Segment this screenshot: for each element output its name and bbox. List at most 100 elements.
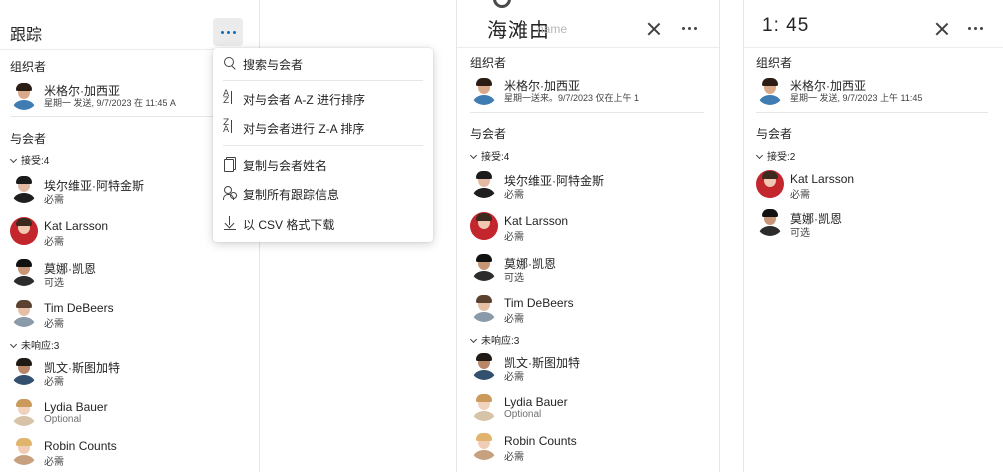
- attendee-status: 可选: [790, 228, 810, 239]
- search-icon: [223, 56, 237, 70]
- menu-item-copy-tracking[interactable]: 复制所有跟踪信息: [213, 179, 433, 207]
- organizer-detail: 星期一 发送, 9/7/2023 在 11:45 A: [44, 98, 176, 108]
- attendee-status: 可选: [504, 273, 524, 284]
- attendee-row[interactable]: 莫娜·凯恩 可选: [756, 208, 996, 244]
- close-button[interactable]: [931, 18, 953, 40]
- panel-title: 1: 45: [762, 15, 810, 36]
- accepted-group-toggle[interactable]: 接受:2: [755, 148, 795, 163]
- avatar: [10, 82, 38, 110]
- unanswered-group-toggle[interactable]: 未响应:3: [469, 332, 519, 347]
- attendee-status: 必需: [504, 190, 524, 201]
- attendee-status: 必需: [504, 372, 524, 383]
- attendee-row[interactable]: Kat Larsson 必需: [470, 212, 710, 248]
- attendee-row[interactable]: Kat Larsson 必需: [756, 170, 996, 206]
- panel-header: 1: 45: [744, 0, 1003, 48]
- avatar: [10, 357, 38, 385]
- more-options-button[interactable]: [960, 14, 990, 42]
- chevron-down-icon: [9, 340, 18, 349]
- more-options-button[interactable]: [213, 18, 243, 46]
- attendee-status: 必需: [790, 190, 810, 201]
- menu-item-copy-names[interactable]: 复制与会者姓名: [213, 150, 433, 178]
- organizer-row[interactable]: 米格尔·加西亚 星期一送来。9/7/2023 仅在上午 1: [470, 75, 710, 105]
- more-options-button[interactable]: [674, 14, 704, 42]
- attendee-row[interactable]: 莫娜·凯恩 可选: [10, 258, 250, 294]
- avatar: [470, 294, 498, 322]
- attendee-name: Lydia Bauer: [44, 400, 108, 414]
- attendee-name: Robin Counts: [44, 439, 117, 453]
- tracking-panel-3: 1: 45 组织者 米格尔·加西亚 星期一 发送, 9/7/2023 上午 11…: [743, 0, 1003, 472]
- attendee-name: Tim DeBeers: [504, 296, 574, 310]
- avatar: [470, 393, 498, 421]
- menu-item-sort-z-a[interactable]: ZA 对与会者进行 Z-A 排序: [213, 113, 433, 141]
- avatar: [10, 398, 38, 426]
- avatar: [470, 212, 498, 240]
- organizer-label: 组织者: [756, 56, 793, 70]
- attendee-row[interactable]: Robin Counts 必需: [10, 437, 250, 472]
- panel-title: 跟踪: [10, 27, 43, 44]
- organizer-detail: 星期一送来。9/7/2023 仅在上午 1: [504, 93, 640, 103]
- attendees-label: 与会者: [470, 127, 507, 141]
- decorative-arc: [493, 0, 511, 8]
- sort-za-icon: ZA: [223, 119, 237, 135]
- more-dot-icon: [967, 26, 971, 30]
- more-options-menu: 搜索与会者 AZ 对与会者 A-Z 进行排序 ZA 对与会者进行 Z-A 排序 …: [213, 48, 433, 242]
- tracking-panel-2: 海滩由 name 组织者 米格尔·加西亚 星期一送来。9/7/2023 仅在上午…: [456, 0, 720, 472]
- attendee-row[interactable]: Lydia Bauer Optional: [470, 393, 710, 429]
- organizer-label: 组织者: [470, 56, 507, 70]
- avatar: [470, 352, 498, 380]
- avatar: [756, 208, 784, 236]
- attendee-name: Robin Counts: [504, 434, 577, 448]
- attendee-row[interactable]: Robin Counts 必需: [470, 432, 710, 468]
- attendee-row[interactable]: 凯文·斯图加特 必需: [470, 352, 710, 388]
- menu-item-search-attendees[interactable]: 搜索与会者: [213, 49, 433, 77]
- panel-title-ghost: name: [537, 22, 568, 36]
- attendee-row[interactable]: Tim DeBeers 必需: [470, 294, 710, 330]
- accepted-group-toggle[interactable]: 接受:4: [469, 148, 509, 163]
- chevron-down-icon: [469, 335, 478, 344]
- accepted-group-toggle[interactable]: 接受:4: [9, 152, 49, 167]
- avatar: [10, 217, 38, 245]
- attendee-status: 必需: [44, 457, 64, 468]
- attendee-name: Kat Larsson: [44, 219, 109, 233]
- chevron-down-icon: [469, 151, 478, 160]
- attendee-status: 必需: [44, 195, 64, 206]
- panel-header: 海滩由 name: [457, 0, 719, 48]
- attendee-name: Kat Larsson: [504, 214, 569, 228]
- menu-divider: [223, 145, 423, 146]
- people-copy-icon: [223, 186, 237, 200]
- attendee-status: 必需: [504, 314, 524, 325]
- menu-divider: [223, 80, 423, 81]
- avatar: [470, 77, 498, 105]
- attendee-status: 必需: [44, 377, 64, 388]
- close-button[interactable]: [643, 18, 665, 40]
- more-dot-icon: [220, 30, 224, 34]
- attendee-name: Lydia Bauer: [504, 395, 568, 409]
- sort-az-icon: AZ: [223, 90, 237, 106]
- avatar: [10, 299, 38, 327]
- attendee-status: Optional: [44, 414, 82, 425]
- attendee-row[interactable]: 凯文·斯图加特 必需: [10, 357, 250, 393]
- attendee-status: 必需: [504, 232, 524, 243]
- menu-item-download-csv[interactable]: 以 CSV 格式下载: [213, 209, 433, 237]
- panel-header: 跟踪: [0, 0, 259, 50]
- attendee-status: 必需: [504, 452, 524, 463]
- attendee-row[interactable]: Lydia Bauer Optional: [10, 398, 250, 434]
- attendee-name: Tim DeBeers: [44, 301, 114, 315]
- attendee-status: 可选: [44, 278, 64, 289]
- attendee-status: Optional: [504, 409, 542, 420]
- more-dot-icon: [681, 26, 685, 30]
- unanswered-group-toggle[interactable]: 未响应:3: [9, 337, 59, 352]
- organizer-row[interactable]: 米格尔·加西亚 星期一 发送, 9/7/2023 上午 11:45: [756, 75, 996, 105]
- avatar: [10, 175, 38, 203]
- chevron-down-icon: [755, 151, 764, 160]
- attendee-name: Kat Larsson: [790, 172, 855, 186]
- avatar: [470, 253, 498, 281]
- attendee-row[interactable]: 莫娜·凯恩 可选: [470, 253, 710, 289]
- avatar: [10, 437, 38, 465]
- attendee-row[interactable]: 埃尔维亚·阿特金斯 必需: [470, 170, 710, 206]
- attendee-row[interactable]: Tim DeBeers 必需: [10, 299, 250, 335]
- divider: [470, 112, 704, 113]
- organizer-label: 组织者: [10, 60, 47, 74]
- attendees-label: 与会者: [10, 132, 47, 146]
- menu-item-sort-a-z[interactable]: AZ 对与会者 A-Z 进行排序: [213, 84, 433, 112]
